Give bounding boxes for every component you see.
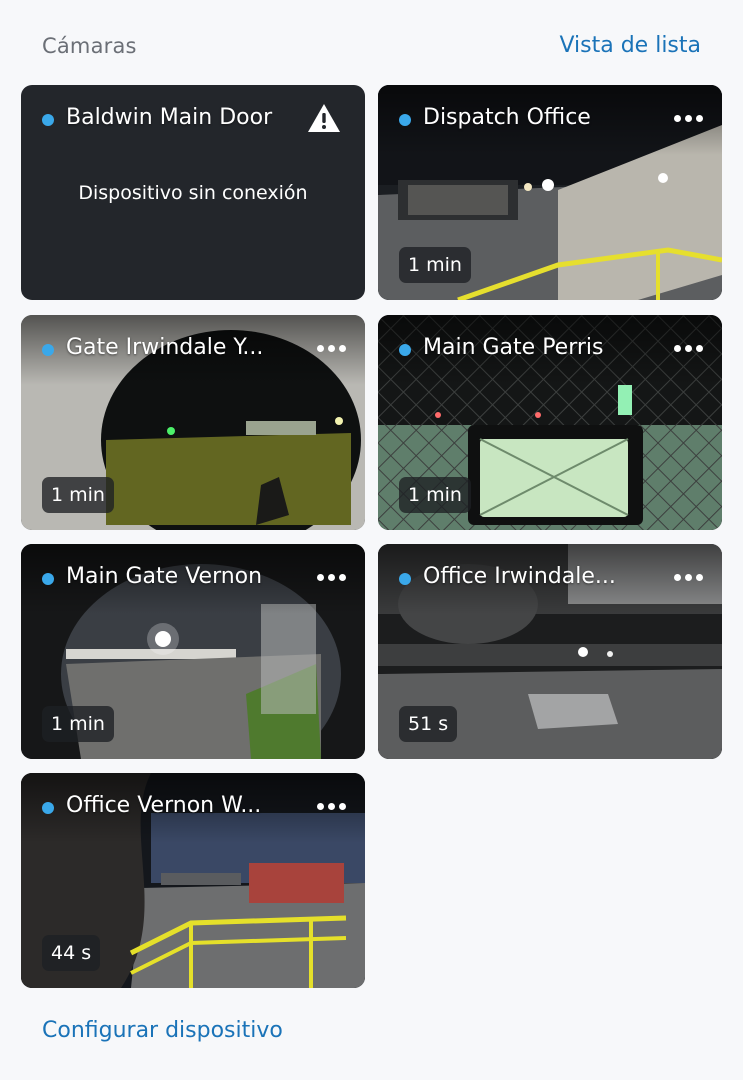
more-options-button[interactable] (311, 562, 351, 592)
camera-name: Main Gate Vernon (66, 564, 263, 589)
camera-name: Baldwin Main Door (66, 105, 273, 130)
camera-name: Office Vernon W... (66, 793, 262, 818)
snapshot-age-badge: 1 min (42, 477, 114, 513)
camera-name: Main Gate Perris (423, 335, 604, 360)
status-dot (399, 344, 411, 356)
status-dot (42, 344, 54, 356)
more-options-button[interactable] (311, 333, 351, 363)
more-options-button[interactable] (668, 333, 708, 363)
setup-device-button[interactable]: Configurar dispositivo (42, 1018, 283, 1043)
camera-card-main-gate-perris[interactable]: Main Gate Perris 1 min (378, 315, 722, 530)
camera-name: Gate Irwindale Y... (66, 335, 264, 360)
page-title: Cámaras (42, 34, 137, 58)
camera-name: Dispatch Office (423, 105, 591, 130)
status-dot (42, 802, 54, 814)
snapshot-age-badge: 1 min (399, 477, 471, 513)
more-options-button[interactable] (311, 791, 351, 821)
more-options-button[interactable] (668, 103, 708, 133)
warning-icon (308, 104, 340, 132)
more-options-button[interactable] (668, 562, 708, 592)
camera-card-office-irwindale[interactable]: Office Irwindale... 51 s (378, 544, 722, 759)
status-dot (42, 114, 54, 126)
status-dot (399, 573, 411, 585)
camera-card-baldwin-main-door[interactable]: Baldwin Main Door Dispositivo sin conexi… (21, 85, 365, 300)
camera-card-gate-irwindale[interactable]: Gate Irwindale Y... 1 min (21, 315, 365, 530)
list-view-button[interactable]: Vista de lista (559, 33, 701, 58)
offline-status: Dispositivo sin conexión (78, 182, 308, 204)
camera-card-main-gate-vernon[interactable]: Main Gate Vernon 1 min (21, 544, 365, 759)
camera-name: Office Irwindale... (423, 564, 616, 589)
snapshot-age-badge: 1 min (399, 247, 471, 283)
snapshot-age-badge: 1 min (42, 706, 114, 742)
snapshot-age-badge: 44 s (42, 935, 101, 971)
snapshot-age-badge: 51 s (399, 706, 458, 742)
status-dot (42, 573, 54, 585)
header: Cámaras Vista de lista (0, 0, 743, 80)
status-dot (399, 114, 411, 126)
camera-card-office-vernon[interactable]: Office Vernon W... 44 s (21, 773, 365, 988)
camera-card-dispatch-office[interactable]: Dispatch Office 1 min (378, 85, 722, 300)
